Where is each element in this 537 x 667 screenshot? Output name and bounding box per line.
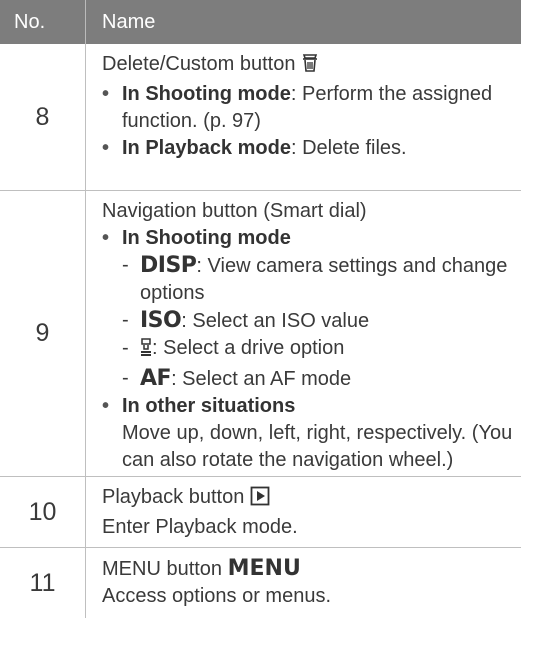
row-description: Delete/Custom button • In Shooting mode:… [86, 44, 521, 190]
row-number: 9 [0, 191, 86, 476]
row-text: Enter Playback mode. [102, 516, 298, 538]
row-title: Playback button [102, 484, 521, 514]
sub-item-drive: - : Select a drive option [102, 335, 521, 365]
row-title: Delete/Custom button [102, 51, 521, 81]
list-item: • In Shooting mode: Perform the assigned… [102, 83, 493, 132]
list-item: • In Shooting mode [102, 227, 291, 249]
table-row: 9 Navigation button (Smart dial) • In Sh… [0, 191, 521, 477]
sub-item-af: - AF: Select an AF mode [122, 366, 352, 391]
row-number: 11 [0, 548, 86, 618]
row-title: MENU button MENU [102, 556, 301, 581]
table-row: 8 Delete/Custom button • In Shooting mod… [0, 44, 521, 191]
menu-icon: MENU [227, 556, 301, 581]
header-name: Name [102, 10, 156, 33]
row-number: 10 [0, 477, 86, 547]
other-situations-text: Move up, down, left, right, respectively… [122, 422, 513, 471]
table-header: No. Name [0, 0, 521, 44]
button-reference-table: No. Name 8 Delete/Custom button • In Sho [0, 0, 521, 618]
row-description: MENU button MENU Access options or menus… [86, 548, 521, 618]
drive-mode-icon [140, 337, 152, 365]
sub-item-iso: - ISO: Select an ISO value [122, 308, 370, 333]
af-icon: AF [140, 366, 172, 391]
row-title: Navigation button (Smart dial) [102, 200, 367, 222]
list-item: • In other situations [102, 395, 296, 417]
iso-icon: ISO [140, 308, 182, 333]
list-item: • In Playback mode: Delete files. [102, 137, 407, 159]
row-description: Navigation button (Smart dial) • In Shoo… [86, 191, 521, 476]
disp-icon: DISP [140, 253, 197, 278]
row-number: 8 [0, 44, 86, 190]
row-text: Access options or menus. [102, 585, 331, 607]
header-no: No. [0, 0, 86, 44]
row-description: Playback button Enter Playback mode. [86, 477, 521, 547]
table-row: 11 MENU button MENU Access options or me… [0, 548, 521, 618]
sub-item-disp: - DISP: View camera settings and change … [122, 253, 508, 304]
playback-icon [250, 486, 270, 514]
trash-icon [301, 53, 319, 81]
table-row: 10 Playback button Enter Playback mode. [0, 477, 521, 548]
